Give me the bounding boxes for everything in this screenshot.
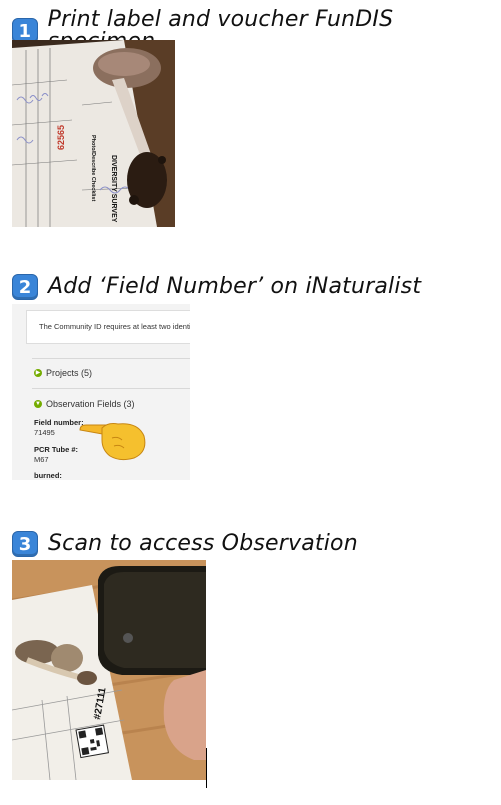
step-3-badge: 3 [12,531,38,557]
divider [206,748,207,788]
step-3-header: 3 Scan to access Observation [12,531,358,557]
specimen-label-photo: 62565 DIVERSITY SURVEY Photo/Describe Ch… [12,40,175,227]
qr-code-icon [75,724,110,759]
observation-fields-label: Observation Fields (3) [46,399,135,409]
step-2-title: Add ‘Field Number’ on iNaturalist [48,274,422,299]
community-id-banner: The Community ID requires at least two i… [26,310,190,344]
projects-label: Projects (5) [46,368,93,378]
pcr-tube-label: PCR Tube #: [34,445,79,454]
divider [32,358,190,359]
pointing-hand-icon [78,416,148,467]
divider [32,388,190,389]
label-number: 62565 [56,125,66,150]
field-number-label: Field number: [34,418,84,427]
step-2-header: 2 Add ‘Field Number’ on iNaturalist [12,274,421,300]
chevron-right-icon: ▶ [34,369,42,377]
scan-observation-photo: #27111 [12,560,206,780]
step-3-title: Scan to access Observation [48,531,358,556]
label-header: DIVERSITY SURVEY [110,155,117,223]
burned-label: burned: [34,471,62,480]
chevron-down-icon: ▼ [34,400,42,408]
checklist-title: Photo/Describe Checklist [90,135,96,201]
observation-fields-toggle[interactable]: ▼ Observation Fields (3) [34,399,135,409]
pcr-tube-value: M67 [34,455,49,464]
inaturalist-screenshot: The Community ID requires at least two i… [12,304,190,480]
step-2-badge: 2 [12,274,38,300]
projects-toggle[interactable]: ▶ Projects (5) [34,368,92,378]
field-number-value: 71495 [34,428,55,437]
